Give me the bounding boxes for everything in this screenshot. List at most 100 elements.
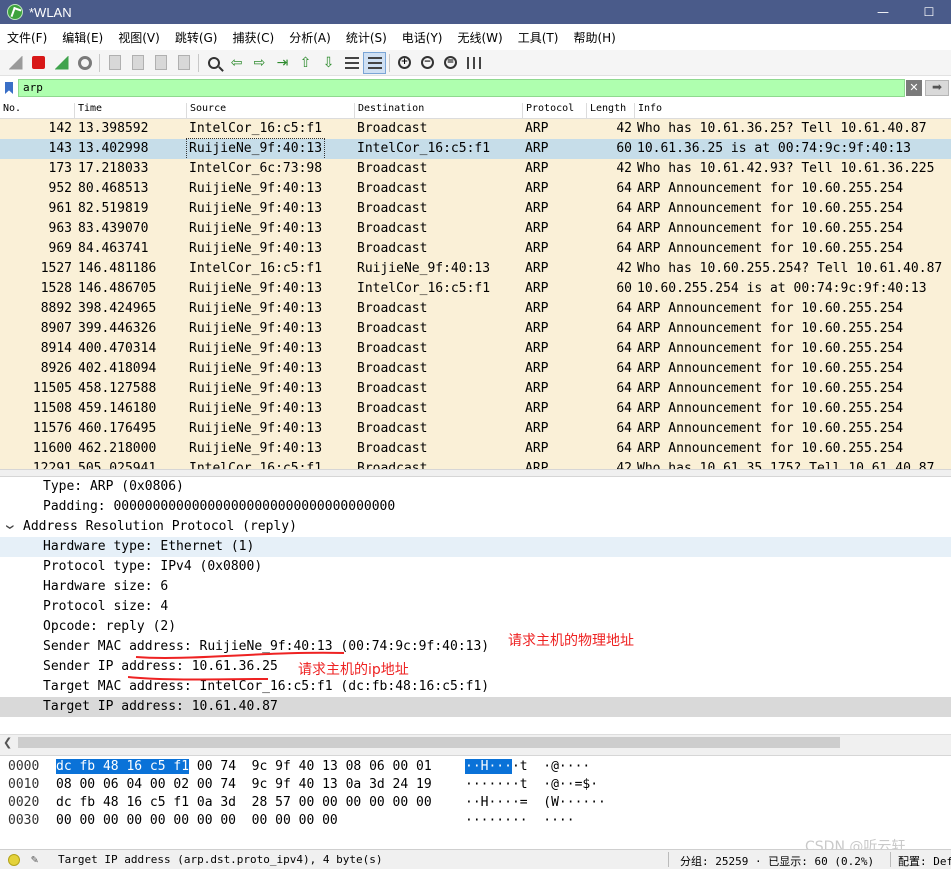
packet-row[interactable]: 969 84.463741 RuijieNe_9f:40:13 Broadcast AR… [0, 239, 951, 259]
menu-go[interactable]: 跳转(G) [168, 29, 226, 46]
zoom-in-button[interactable]: + [393, 52, 416, 74]
column-header-source[interactable]: Source [186, 103, 354, 118]
apply-filter-button[interactable]: ➡ [925, 80, 949, 96]
details-horizontal-scrollbar[interactable]: ❮ [0, 734, 951, 750]
bytes-hex[interactable]: 08 00 06 04 00 02 00 74 9c 9f 40 13 0a 3… [56, 776, 432, 794]
packet-row[interactable]: 11576 460.176495 RuijieNe_9f:40:13 Broadcas… [0, 419, 951, 439]
filter-bookmark-button[interactable] [0, 79, 18, 97]
packet-row[interactable]: 11508 459.146180 RuijieNe_9f:40:13 Broadcas… [0, 399, 951, 419]
bytes-hex[interactable]: 00 00 00 00 00 00 00 00 00 00 00 00 [56, 812, 338, 830]
minimize-button[interactable]: — [860, 0, 906, 24]
first-packet-button[interactable]: ⇧ [294, 52, 317, 74]
menu-file[interactable]: 文件(F) [0, 29, 55, 46]
go-to-packet-button[interactable]: ⇥ [271, 52, 294, 74]
stop-capture-button[interactable] [27, 52, 50, 74]
column-header-length[interactable]: Length [586, 103, 634, 118]
column-header-info[interactable]: Info [634, 103, 951, 118]
menu-view[interactable]: 视图(V) [111, 29, 168, 46]
status-separator [890, 852, 891, 867]
bytes-hex[interactable]: dc fb 48 16 c5 f1 00 74 9c 9f 40 13 08 0… [56, 758, 432, 776]
restart-capture-button[interactable] [50, 52, 73, 74]
packet-destination: Broadcast [357, 461, 428, 469]
column-header-protocol[interactable]: Protocol [522, 103, 586, 118]
detail-row[interactable]: Target IP address: 10.61.40.87 [0, 697, 951, 717]
packet-destination: Broadcast [357, 381, 428, 396]
expert-info-icon[interactable] [8, 854, 20, 866]
zoom-reset-button[interactable]: = [439, 52, 462, 74]
packet-row[interactable]: 952 80.468513 RuijieNe_9f:40:13 Broadcast AR… [0, 179, 951, 199]
bytes-ascii[interactable]: ··H····= (W······ [465, 794, 606, 812]
menu-tools[interactable]: 工具(T) [511, 29, 567, 46]
detail-row[interactable]: Padding: 0000000000000000000000000000000… [0, 497, 951, 517]
packet-row[interactable]: 8914 400.470314 RuijieNe_9f:40:13 Broadcast… [0, 339, 951, 359]
clear-filter-button[interactable]: ✕ [906, 80, 922, 96]
packet-no: 12291 [32, 461, 72, 469]
packet-row[interactable]: 142 13.398592 IntelCor_16:c5:f1 Broadcast AR… [0, 119, 951, 139]
zoom-out-button[interactable]: − [416, 52, 439, 74]
detail-row[interactable]: Protocol type: IPv4 (0x0800) [0, 557, 951, 577]
bytes-ascii[interactable]: ········ ···· [465, 812, 575, 830]
packet-row[interactable]: 143 13.402998 RuijieNe_9f:40:13 IntelCor_16… [0, 138, 951, 160]
packet-row[interactable]: 1528 146.486705 RuijieNe_9f:40:13 IntelCor_… [0, 279, 951, 299]
packet-time: 460.176495 [78, 421, 157, 436]
status-separator [668, 852, 669, 867]
detail-row[interactable]: Protocol size: 4 [0, 597, 951, 617]
edit-comment-icon[interactable]: ✎ [31, 852, 45, 866]
capture-options-button[interactable] [73, 52, 96, 74]
column-header-destination[interactable]: Destination [354, 103, 522, 118]
packet-row[interactable]: 8926 402.418094 RuijieNe_9f:40:13 Broadcast… [0, 359, 951, 379]
menu-statistics[interactable]: 统计(S) [339, 29, 395, 46]
packet-info: ARP Announcement for 10.60.255.254 [637, 441, 904, 456]
packet-protocol: ARP [525, 241, 549, 256]
packet-row[interactable]: 12291 505.025941 IntelCor_16:c5:f1 Broadcas… [0, 459, 951, 469]
open-file-button[interactable] [103, 52, 126, 74]
packet-row[interactable]: 11505 458.127588 RuijieNe_9f:40:13 Broadcas… [0, 379, 951, 399]
menu-telephony[interactable]: 电话(Y) [395, 29, 451, 46]
reload-file-button[interactable] [172, 52, 195, 74]
go-back-button[interactable]: ⇦ [225, 52, 248, 74]
bytes-ascii[interactable]: ·······t ·@··=$· [465, 776, 598, 794]
scrollbar-thumb[interactable] [18, 737, 840, 748]
detail-row[interactable]: Type: ARP (0x0806) [0, 477, 951, 497]
ip-annotation-text: 请求主机的ip地址 [298, 662, 409, 678]
packet-info: ARP Announcement for 10.60.255.254 [637, 421, 904, 436]
expand-chevron-icon[interactable]: ❯ [0, 524, 19, 530]
resize-columns-button[interactable] [462, 52, 485, 74]
menu-capture[interactable]: 捕获(C) [225, 29, 282, 46]
go-forward-button[interactable]: ⇨ [248, 52, 271, 74]
menu-wireless[interactable]: 无线(W) [451, 29, 511, 46]
colorize-button[interactable] [363, 51, 386, 74]
packet-row[interactable]: 1527 146.481186 IntelCor_16:c5:f1 RuijieNe_… [0, 259, 951, 279]
menu-analyze[interactable]: 分析(A) [282, 29, 339, 46]
menu-edit[interactable]: 编辑(E) [55, 29, 111, 46]
detail-row[interactable]: Opcode: reply (2) [0, 617, 951, 637]
packet-row[interactable]: 963 83.439070 RuijieNe_9f:40:13 Broadcast AR… [0, 219, 951, 239]
packet-row[interactable]: 8907 399.446326 RuijieNe_9f:40:13 Broadcast… [0, 319, 951, 339]
maximize-button[interactable]: ☐ [906, 0, 951, 24]
detail-row[interactable]: Hardware size: 6 [0, 577, 951, 597]
bytes-hex[interactable]: dc fb 48 16 c5 f1 0a 3d 28 57 00 00 00 0… [56, 794, 432, 812]
last-packet-button[interactable]: ⇩ [317, 52, 340, 74]
save-file-button[interactable] [126, 52, 149, 74]
menu-help[interactable]: 帮助(H) [566, 29, 623, 46]
packet-row[interactable]: 173 17.218033 IntelCor_6c:73:98 Broadcast AR… [0, 159, 951, 179]
scroll-left-icon[interactable]: ❮ [3, 736, 12, 749]
autoscroll-button[interactable] [340, 52, 363, 74]
zoom-in-icon: + [398, 56, 411, 69]
packet-row[interactable]: 8892 398.424965 RuijieNe_9f:40:13 Broadcast… [0, 299, 951, 319]
detail-row[interactable]: ❯ Address Resolution Protocol (reply) [0, 517, 951, 537]
packet-row[interactable]: 11600 462.218000 RuijieNe_9f:40:13 Broadcas… [0, 439, 951, 459]
packet-length: 64 [616, 401, 632, 416]
display-filter-input[interactable]: arp [18, 79, 905, 97]
pane-splitter[interactable] [0, 469, 951, 477]
bytes-ascii[interactable]: ··H····t ·@···· [465, 758, 590, 776]
column-header-no[interactable]: No. [0, 103, 74, 118]
close-file-button[interactable] [149, 52, 172, 74]
column-header-time[interactable]: Time [74, 103, 186, 118]
detail-row[interactable]: Hardware type: Ethernet (1) [0, 537, 951, 557]
packet-source: RuijieNe_9f:40:13 [189, 221, 323, 236]
packet-row[interactable]: 961 82.519819 RuijieNe_9f:40:13 Broadcast AR… [0, 199, 951, 219]
find-packet-button[interactable] [202, 52, 225, 74]
start-capture-button[interactable] [4, 52, 27, 74]
status-profile[interactable]: 配置: Def [898, 853, 951, 869]
